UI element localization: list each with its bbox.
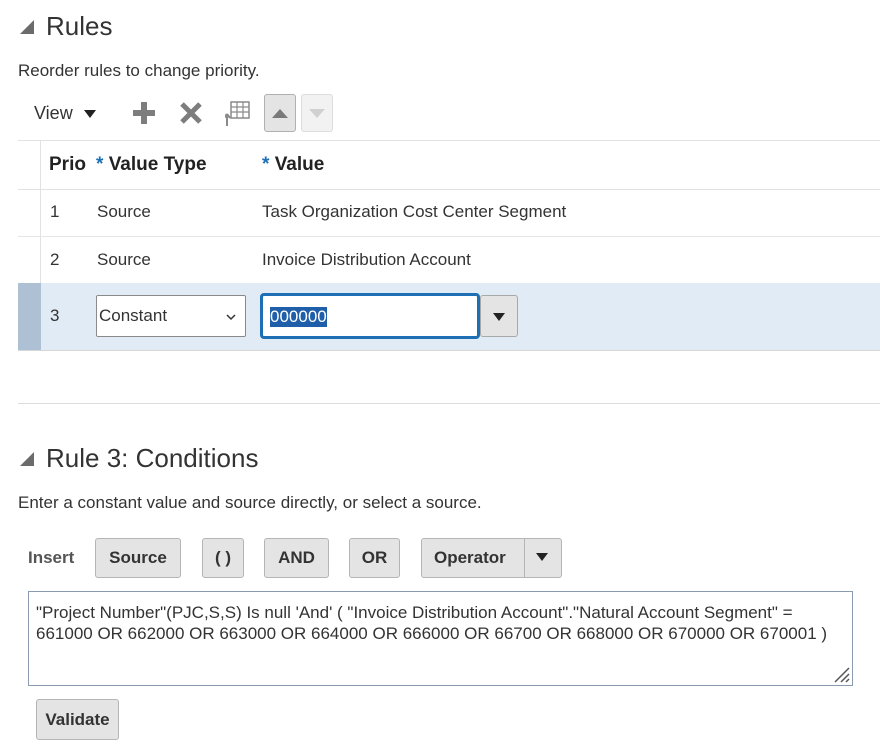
- collapse-triangle-icon[interactable]: [20, 20, 34, 34]
- button-divider: [524, 539, 525, 577]
- table-row-selected[interactable]: 3 Constant 000000: [18, 283, 880, 351]
- condition-expression-text: "Project Number"(PJC,S,S) Is null 'And' …: [36, 603, 828, 643]
- table-header: Prio * Value Type * Value: [18, 140, 880, 190]
- header-value[interactable]: * Value: [262, 154, 324, 176]
- value-dropdown-button[interactable]: [480, 295, 518, 337]
- validate-button[interactable]: Validate: [36, 699, 119, 740]
- insert-or-button[interactable]: OR: [349, 538, 400, 578]
- row-value: Invoice Distribution Account: [262, 250, 471, 269]
- operator-menu-button[interactable]: Operator: [421, 538, 562, 578]
- header-value-type-label: Value Type: [108, 154, 207, 175]
- row-priority: 1: [50, 202, 60, 221]
- arrow-up-icon: [272, 109, 288, 118]
- condition-expression-textarea[interactable]: "Project Number"(PJC,S,S) Is null 'And' …: [28, 591, 853, 686]
- row-priority: 3: [50, 306, 60, 325]
- value-input[interactable]: 000000: [260, 293, 480, 339]
- insert-label: Insert: [28, 548, 75, 567]
- insert-source-button[interactable]: Source: [95, 538, 181, 578]
- value-input-selected-text: 000000: [270, 307, 327, 327]
- delete-x-icon[interactable]: [179, 101, 203, 125]
- row-priority: 2: [50, 250, 60, 269]
- header-priority[interactable]: Prio: [49, 154, 86, 176]
- row-value: Task Organization Cost Center Segment: [262, 202, 567, 221]
- plus-icon[interactable]: [132, 101, 156, 125]
- conditions-description: Enter a constant value and source direct…: [18, 493, 482, 512]
- conditions-title: Rule 3: Conditions: [46, 443, 259, 473]
- value-type-select-value: Constant: [99, 306, 168, 325]
- collapse-triangle-icon[interactable]: [20, 452, 34, 466]
- column-divider: [40, 189, 41, 236]
- view-menu[interactable]: View: [34, 103, 96, 124]
- view-label: View: [34, 103, 73, 123]
- detach-table-icon[interactable]: [223, 100, 251, 128]
- table-row[interactable]: 2 Source Invoice Distribution Account: [18, 237, 880, 284]
- row-value-type: Source: [97, 202, 151, 221]
- column-divider: [40, 237, 41, 283]
- table-row[interactable]: 1 Source Task Organization Cost Center S…: [18, 189, 880, 237]
- section-divider: [18, 403, 880, 404]
- chevron-down-icon: [226, 314, 236, 321]
- operator-label: Operator: [434, 548, 506, 567]
- chevron-down-icon: [493, 313, 505, 321]
- rules-description: Reorder rules to change priority.: [18, 61, 260, 80]
- header-value-type[interactable]: * Value Type: [96, 154, 207, 176]
- row-value-type: Source: [97, 250, 151, 269]
- header-value-label: Value: [274, 154, 325, 175]
- arrow-down-icon: [309, 109, 325, 118]
- insert-parentheses-button[interactable]: ( ): [202, 538, 244, 578]
- required-marker: *: [96, 154, 104, 175]
- value-type-select[interactable]: Constant: [96, 295, 246, 337]
- move-up-button[interactable]: [264, 94, 296, 132]
- chevron-down-icon: [536, 553, 548, 561]
- required-marker: *: [262, 154, 270, 175]
- row-selection-indicator: [18, 283, 41, 350]
- move-down-button[interactable]: [301, 94, 333, 132]
- chevron-down-icon: [83, 110, 96, 119]
- column-divider: [40, 141, 41, 189]
- resize-handle-icon[interactable]: [831, 664, 851, 684]
- insert-and-button[interactable]: AND: [264, 538, 329, 578]
- rules-title: Rules: [46, 11, 113, 41]
